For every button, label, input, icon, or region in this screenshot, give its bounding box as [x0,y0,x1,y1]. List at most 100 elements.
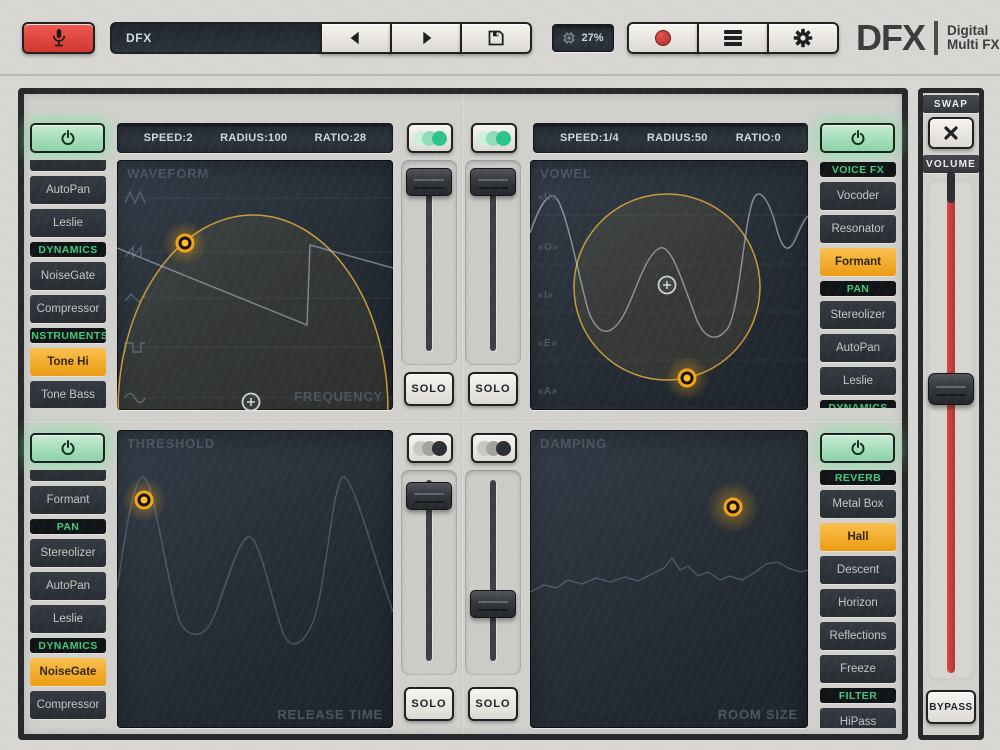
slider2-toggle[interactable] [471,123,517,153]
slider1-handle[interactable] [406,168,452,196]
gear-icon [793,28,813,48]
list-category-header: VOICE FX [820,162,896,177]
q4-effect-list: REVERB Metal Box Hall Descent Horizon Re… [820,470,896,728]
save-preset-button[interactable] [460,22,532,54]
q3-power-button[interactable] [30,433,105,463]
list-item[interactable]: Compressor [30,295,106,323]
q1-waveform-pad[interactable]: WAVEFORM FREQUENCY [117,160,393,410]
list-item[interactable]: Metal Box [820,490,896,518]
list-item[interactable]: Tone Bass [30,381,106,408]
list-item[interactable]: Leslie [30,209,106,237]
slider1-toggle[interactable] [407,123,453,153]
brand-logo: DFX Digital Multi FX [856,16,1000,60]
list-item[interactable]: Stereolizer [820,301,896,329]
slider2-track[interactable] [490,170,496,351]
slider4-solo-button[interactable]: SOLO [468,687,518,721]
mic-button[interactable] [22,22,95,54]
list-item[interactable]: AutoPan [820,334,896,362]
q1-status-bar: SPEED:2 RADIUS:100 RATIO:28 [117,123,393,153]
slider1-solo-button[interactable]: SOLO [404,372,454,406]
list-item-selected[interactable]: Formant [820,248,896,276]
list-item[interactable]: HiPass [820,708,896,728]
power-icon [851,440,864,455]
slider2-handle[interactable] [470,168,516,196]
cpu-value: 27% [581,32,604,44]
list-item[interactable]: Leslie [820,367,896,395]
list-item[interactable]: Formant [30,486,106,514]
slider3-handle[interactable] [406,482,452,510]
vertical-seam [461,94,463,734]
threshold-display [117,476,393,645]
list-item[interactable]: Resonator [820,215,896,243]
list-item[interactable]: Leslie [30,605,106,633]
previous-preset-button[interactable] [320,22,392,54]
q2-vowel-pad[interactable]: VOWEL «U» «O» «I» «E» «A» [530,160,808,410]
next-preset-button[interactable] [390,22,462,54]
logo-divider [934,21,938,55]
q1-crosshair-handle[interactable] [241,392,261,411]
list-item-selected[interactable]: Hall [820,523,896,551]
list-item-selected[interactable]: NoiseGate [30,658,106,686]
list-item[interactable]: AutoPan [30,572,106,600]
slider2-well [465,160,521,365]
master-panel: SWAP VOLUME BYPASS [918,88,984,740]
list-item[interactable]: Horizon [820,589,896,617]
preset-field[interactable]: DFX [110,22,322,54]
slider4-well [465,470,521,675]
q2-power-button[interactable] [820,123,895,153]
vowel-label-a: «A» [538,386,558,397]
list-item[interactable]: Reflections [820,622,896,650]
slider4-track[interactable] [490,480,496,661]
power-icon [851,130,864,145]
q2-ratio: RATIO:0 [735,132,781,144]
bypass-button[interactable]: BYPASS [926,690,976,724]
q3-effect-list: Formant PAN Stereolizer AutoPan Leslie D… [30,470,106,728]
list-category-header: REVERB [820,470,896,485]
list-category-header: PAN [30,519,106,534]
slider3-solo-button[interactable]: SOLO [404,687,454,721]
list-item[interactable]: Descent [820,556,896,584]
settings-button[interactable] [767,22,839,54]
swap-button[interactable] [928,117,974,149]
toggle-on-indicator [477,130,511,146]
q1-effect-list: AutoPan Leslie DYNAMICS NoiseGate Compre… [30,160,106,408]
right-arrow-icon [423,31,432,45]
list-item[interactable]: NoiseGate [30,262,106,290]
q1-ratio: RATIO:28 [314,132,367,144]
q1-control-dot[interactable] [163,221,207,265]
q2-control-dot[interactable] [665,356,709,400]
list-item[interactable]: Compressor [30,691,106,719]
toolbar: DFX 27% DFX Digital Multi FX [0,0,1000,76]
slider2-solo-button[interactable]: SOLO [468,372,518,406]
q3-threshold-pad[interactable]: THRESHOLD RELEASE TIME [117,430,393,728]
toggle-off-indicator [477,440,511,456]
q4-power-button[interactable] [820,433,895,463]
power-icon [61,130,74,145]
menu-button[interactable] [697,22,769,54]
q4-screen-title: DAMPING [540,436,607,451]
volume-track[interactable] [947,193,955,673]
list-item-selected[interactable]: Tone Hi [30,348,106,376]
brand-tagline: Digital Multi FX [947,22,1000,52]
q3-corner-label: RELEASE TIME [277,707,383,722]
slider4-toggle[interactable] [471,433,517,463]
record-button[interactable] [627,22,699,54]
list-item[interactable]: Vocoder [820,182,896,210]
q3-control-dot[interactable] [122,478,166,522]
q2-crosshair-handle[interactable] [657,275,677,295]
q4-damping-pad[interactable]: DAMPING ROOM SIZE [530,430,808,728]
q4-control-dot[interactable] [707,481,759,533]
list-item[interactable]: AutoPan [30,176,106,204]
list-item[interactable]: Freeze [820,655,896,683]
slider4-handle[interactable] [470,590,516,618]
list-item-partial[interactable] [30,160,106,171]
q2-status-bar: SPEED:1/4 RADIUS:50 RATIO:0 [533,123,808,153]
list-item-partial[interactable] [30,470,106,481]
slider1-well [401,160,457,365]
list-category-header: PAN [820,281,896,296]
slider3-toggle[interactable] [407,433,453,463]
volume-handle[interactable] [928,373,974,405]
slider1-track[interactable] [426,170,432,351]
list-item[interactable]: Stereolizer [30,539,106,567]
q1-power-button[interactable] [30,123,105,153]
